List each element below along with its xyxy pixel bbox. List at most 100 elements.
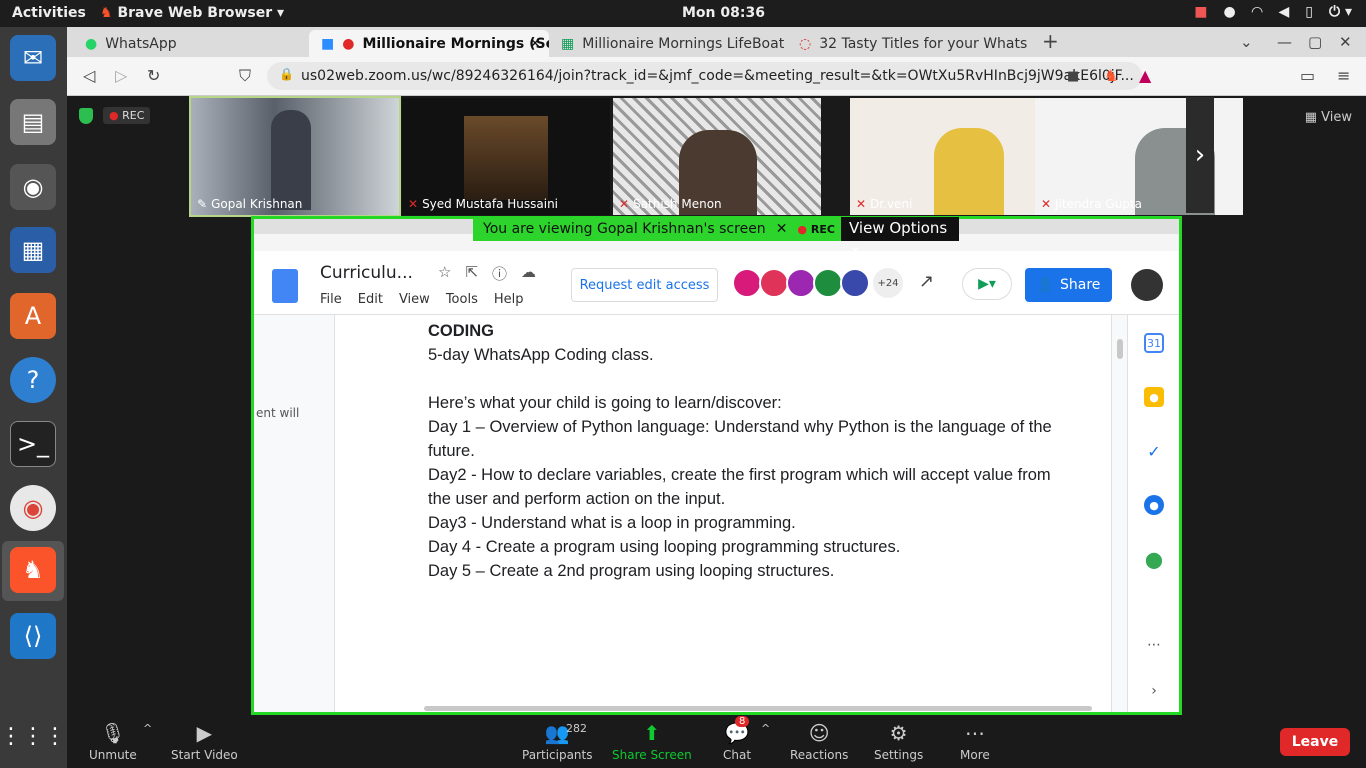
clock[interactable]: Mon 08:36 (682, 5, 765, 21)
maximize-button[interactable]: ▢ (1308, 33, 1322, 51)
more-collaborators[interactable]: +24 (873, 268, 903, 298)
avatar[interactable] (786, 268, 816, 298)
docs-logo-icon[interactable] (272, 269, 298, 303)
share-screen-button[interactable]: ⬆ Share Screen (612, 720, 692, 762)
view-button[interactable]: ▦ View (1305, 110, 1352, 125)
participant-tile[interactable]: ✕ Sathish Menon (613, 98, 821, 215)
new-tab-button[interactable]: + (1042, 29, 1059, 53)
brave-icon[interactable]: ♞ (10, 547, 56, 593)
contacts-icon[interactable]: ● (1144, 495, 1164, 515)
show-apps-icon[interactable]: ⋮⋮⋮ (0, 713, 66, 759)
pin-icon: ✎ (197, 197, 208, 211)
reload-button[interactable]: ↻ (147, 66, 160, 85)
participant-name: Gopal Krishnan (211, 197, 303, 211)
start-video-button[interactable]: ▶ Start Video (171, 720, 238, 762)
camera-icon: ■ (1194, 4, 1208, 20)
avatar[interactable] (732, 268, 762, 298)
wallet-icon[interactable]: ▭ (1300, 66, 1315, 85)
volume-icon: ◀ (1278, 4, 1290, 20)
chrome-icon[interactable]: ◉ (10, 485, 56, 531)
activities-button[interactable]: Activities (12, 5, 86, 21)
help-icon[interactable]: ? (10, 357, 56, 403)
doc-body[interactable]: CODING 5-day WhatsApp Coding class. Here… (428, 319, 1068, 583)
menu-tools[interactable]: Tools (446, 292, 478, 307)
expand-panel-icon[interactable]: › (1144, 681, 1164, 701)
horizontal-scrollbar[interactable] (424, 706, 1092, 711)
terminal-icon[interactable]: >_ (10, 421, 56, 467)
participant-tile[interactable]: ✕ Syed Mustafa Hussaini (402, 98, 610, 215)
avatar[interactable] (813, 268, 843, 298)
participants-label: Participants (522, 748, 593, 762)
shared-screen: Curriculu... ☆ ⇱ ⓘ ☁ File Edit View Tool… (251, 216, 1182, 715)
activity-dashboard-icon[interactable]: ↗ (919, 271, 934, 292)
settings-button[interactable]: ⚙ Settings (874, 720, 923, 762)
avatar[interactable] (1131, 269, 1163, 301)
brave-shields-icon[interactable]: ♞ (1104, 66, 1118, 85)
request-edit-access-button[interactable]: Request edit access (571, 268, 718, 302)
banner-rec: ● REC (797, 222, 835, 236)
bookmark-icon[interactable]: ⛉ (239, 66, 251, 86)
writer-icon[interactable]: ▦ (10, 227, 56, 273)
camera-indicator-icon[interactable]: ■ (1067, 69, 1079, 84)
doc-canvas: ent will CODING 5-day WhatsApp Coding cl… (254, 315, 1127, 712)
avatar[interactable] (840, 268, 870, 298)
system-tray[interactable]: ■ ● ◠ ◀ ▯ ⏻ ▾ (1194, 4, 1352, 20)
doc-line: Day 4 - Create a program using looping p… (428, 538, 901, 556)
chat-chevron-icon[interactable]: ^ (761, 722, 770, 735)
more-icon[interactable]: ⋯ (1144, 635, 1164, 655)
view-options-button[interactable]: View Options ⌄ (841, 217, 959, 255)
vscode-icon[interactable]: ⟨⟩ (10, 613, 56, 659)
software-icon[interactable]: A (10, 293, 56, 339)
tab-sheets[interactable]: ▦ Millionaire Mornings LifeBoat (549, 30, 785, 57)
doc-title[interactable]: Curriculu... (320, 263, 413, 283)
meet-button[interactable]: ▶ ▾ (962, 268, 1012, 300)
brave-rewards-icon[interactable]: ▲ (1139, 66, 1151, 85)
thunderbird-icon[interactable]: ✉ (10, 35, 56, 81)
back-button[interactable]: ◁ (83, 66, 95, 85)
maps-icon[interactable]: ⬤ (1144, 549, 1164, 569)
app-menu[interactable]: ♞ Brave Web Browser ▾ (100, 5, 284, 21)
doc-page[interactable]: CODING 5-day WhatsApp Coding class. Here… (334, 315, 1112, 712)
unmute-button[interactable]: 🎙 Unmute (89, 720, 137, 762)
menu-edit[interactable]: Edit (358, 292, 383, 307)
close-tab-icon[interactable]: ✕ (529, 36, 541, 52)
tab-article[interactable]: ◌ 32 Tasty Titles for your Whats (787, 30, 1027, 57)
wifi-icon: ◠ (1251, 4, 1263, 20)
keep-icon[interactable]: ● (1144, 387, 1164, 407)
tab-search-icon[interactable]: ⌄ (1240, 33, 1253, 51)
participant-tile[interactable]: ✕ Dr.veni (850, 98, 1058, 215)
info-icon[interactable]: ⓘ (492, 263, 507, 284)
meeting-controls: 🎙 Unmute ^ ▶ Start Video 👥 Participants 282… (67, 716, 1366, 768)
next-participants-arrow[interactable]: › (1186, 97, 1214, 213)
cloud-icon[interactable]: ☁ (521, 263, 536, 284)
participant-tile[interactable]: ✎ Gopal Krishnan (189, 96, 401, 217)
minimize-button[interactable]: — (1277, 33, 1292, 51)
menu-icon[interactable]: ≡ (1337, 66, 1350, 85)
more-button[interactable]: ⋯ More (960, 720, 990, 762)
menu-help[interactable]: Help (494, 292, 524, 307)
audio-options-chevron-icon[interactable]: ^ (143, 722, 152, 735)
menu-view[interactable]: View (399, 292, 430, 307)
star-icon[interactable]: ☆ (438, 263, 451, 284)
doc-line: Day 1 – Overview of Python language: Und… (428, 418, 1052, 460)
more-icon: ⋯ (964, 721, 985, 745)
files-icon[interactable]: ▤ (10, 99, 56, 145)
tasks-icon[interactable]: ✓ (1144, 441, 1164, 461)
menu-file[interactable]: File (320, 292, 342, 307)
vertical-scrollbar[interactable] (1117, 339, 1123, 359)
close-window-button[interactable]: ✕ (1339, 33, 1352, 51)
participant-name: Sathish Menon (633, 197, 722, 211)
reactions-button[interactable]: ☺ Reactions (790, 720, 848, 762)
tab-zoom[interactable]: ■ ● Millionaire Mornings (Se ✕ (309, 30, 549, 57)
calendar-icon[interactable]: 31 (1144, 333, 1164, 353)
tab-whatsapp[interactable]: ● WhatsApp (73, 30, 309, 57)
forward-button[interactable]: ▷ (115, 66, 127, 85)
share-button[interactable]: 👤 Share (1025, 268, 1112, 302)
avatar[interactable] (759, 268, 789, 298)
leave-button[interactable]: Leave (1280, 728, 1350, 756)
move-icon[interactable]: ⇱ (465, 263, 478, 284)
rhythmbox-icon[interactable]: ◉ (10, 164, 56, 210)
address-bar[interactable]: 🔒 us02web.zoom.us/wc/89246326164/join?tra… (267, 62, 1142, 90)
tab-strip: ● WhatsApp ■ ● Millionaire Mornings (Se ✕ ▦ M… (67, 27, 1366, 57)
person-icon: 👤 (1036, 277, 1055, 293)
